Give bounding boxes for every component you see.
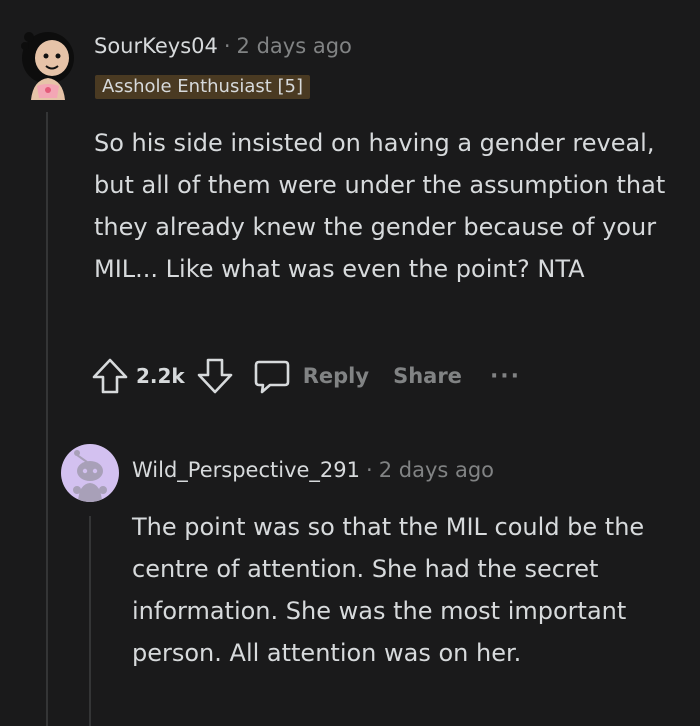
comment-body: So his side insisted on having a gender …	[94, 129, 666, 283]
reply-button[interactable]: Reply	[253, 357, 369, 395]
upvote-icon	[92, 358, 128, 394]
separator: ·	[366, 458, 373, 482]
downvote-button[interactable]	[195, 356, 235, 396]
downvote-icon	[197, 358, 233, 394]
username[interactable]: Wild_Perspective_291	[132, 458, 360, 482]
avatar[interactable]	[61, 444, 119, 502]
thread-line[interactable]	[89, 516, 91, 726]
comment-body: The point was so that the MIL could be t…	[132, 513, 645, 667]
separator: ·	[223, 34, 231, 58]
reply-label: Reply	[302, 364, 370, 388]
upvote-button[interactable]	[90, 356, 130, 396]
timestamp[interactable]: 2 days ago	[237, 34, 352, 58]
thread-line[interactable]	[46, 112, 48, 726]
comment-header: SourKeys04 · 2 days ago	[94, 34, 352, 58]
share-button[interactable]: Share	[393, 364, 462, 388]
username[interactable]: SourKeys04	[94, 34, 218, 58]
comment-actions: 2.2k Reply Share ···	[90, 354, 521, 398]
snoo-avatar-icon	[73, 450, 107, 502]
comment-header: Wild_Perspective_291 · 2 days ago	[132, 458, 494, 482]
timestamp[interactable]: 2 days ago	[379, 458, 494, 482]
more-options-button[interactable]: ···	[490, 364, 521, 389]
vote-score: 2.2k	[136, 364, 185, 388]
comment-bubble-icon	[254, 360, 290, 394]
user-flair: Asshole Enthusiast [5]	[95, 75, 311, 99]
avatar[interactable]	[19, 28, 77, 100]
